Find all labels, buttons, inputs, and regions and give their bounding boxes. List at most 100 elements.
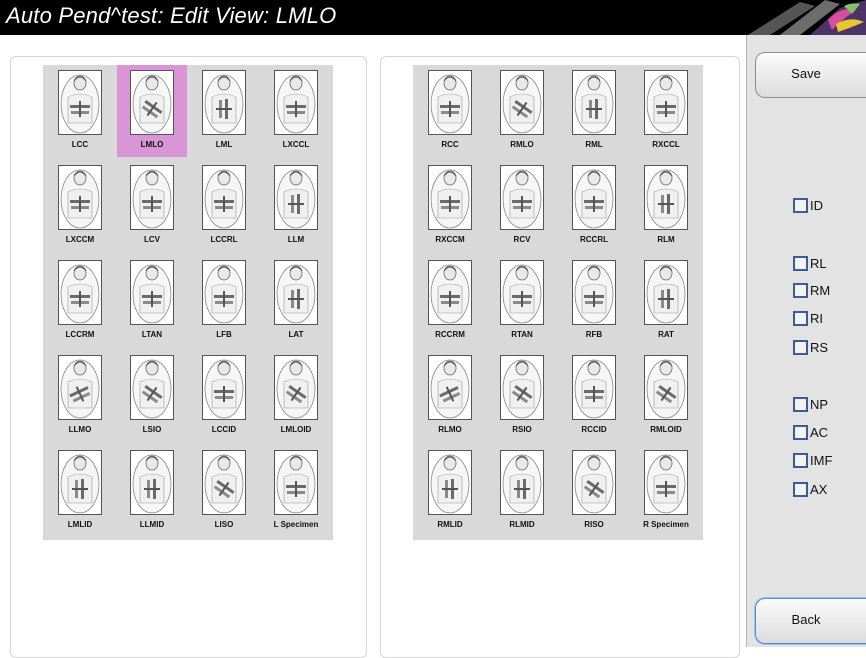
view-lxccm-tile[interactable]: LXCCM: [45, 160, 115, 252]
checkbox-label: AX: [810, 481, 828, 497]
checkbox-label: RI: [810, 310, 823, 326]
view-llm-tile[interactable]: LLM: [261, 160, 331, 252]
view-label: RCV: [513, 235, 531, 244]
view-label: RMLO: [510, 140, 534, 149]
view-lccrl-tile[interactable]: LCCRL: [189, 160, 259, 252]
view-rccid-tile[interactable]: RCCID: [559, 350, 629, 442]
checkbox-box[interactable]: [793, 396, 808, 412]
modifier-checkbox-np[interactable]: NP: [793, 395, 828, 413]
view-lccid-tile[interactable]: LCCID: [189, 350, 259, 442]
view-label: RCC: [441, 140, 459, 149]
modifier-checkbox-ac[interactable]: AC: [793, 423, 828, 441]
view-label: LLMID: [139, 520, 165, 529]
lat-view-icon: [274, 260, 318, 325]
view-rxccm-tile[interactable]: RXCCM: [415, 160, 485, 252]
save-button-label: Save: [791, 66, 821, 81]
view-rmlid-tile[interactable]: RMLID: [415, 445, 485, 537]
view-label: RMLOID: [650, 425, 682, 434]
lxccl-view-icon: [274, 70, 318, 135]
rsio-view-icon: [500, 355, 544, 420]
lccid-view-icon: [202, 355, 246, 420]
view-rlmid-tile[interactable]: RLMID: [487, 445, 557, 537]
view-lcv-tile[interactable]: LCV: [117, 160, 187, 252]
llmid-view-icon: [130, 450, 174, 515]
save-button[interactable]: Save: [755, 52, 866, 98]
view-lcc-tile[interactable]: LCC: [45, 65, 115, 157]
view-lmlo-tile[interactable]: LMLO: [117, 65, 187, 157]
modifier-checkbox-rm[interactable]: RM: [793, 281, 830, 299]
view-lmlid-tile[interactable]: LMLID: [45, 445, 115, 537]
view-label: LML: [215, 140, 233, 149]
view-lccrm-tile[interactable]: LCCRM: [45, 255, 115, 347]
checkbox-box[interactable]: [793, 481, 808, 497]
view-rtan-tile[interactable]: RTAN: [487, 255, 557, 347]
left-views-grid: LCC LMLO LML LXCCL LXCCM LCV LCCRL LLM LCCRM LTAN…: [43, 65, 333, 540]
view-rccrm-tile[interactable]: RCCRM: [415, 255, 485, 347]
view-label: LTAN: [141, 330, 163, 339]
view-l-specimen-tile[interactable]: L Specimen: [261, 445, 331, 537]
view-label: RLM: [657, 235, 675, 244]
checkbox-label: RM: [810, 282, 831, 298]
back-button-label: Back: [791, 612, 821, 627]
rlmo-view-icon: [428, 355, 472, 420]
view-rcc-tile[interactable]: RCC: [415, 65, 485, 157]
view-rcv-tile[interactable]: RCV: [487, 160, 557, 252]
rxccm-view-icon: [428, 165, 472, 230]
view-label: LXCCL: [282, 140, 310, 149]
view-label: RCCRL: [580, 235, 608, 244]
view-rlm-tile[interactable]: RLM: [631, 160, 701, 252]
rmlo-view-icon: [500, 70, 544, 135]
rccrm-view-icon: [428, 260, 472, 325]
view-liso-tile[interactable]: LISO: [189, 445, 259, 537]
checkbox-box[interactable]: [793, 339, 808, 355]
llm-view-icon: [274, 165, 318, 230]
view-lfb-tile[interactable]: LFB: [189, 255, 259, 347]
checkbox-box[interactable]: [793, 424, 808, 440]
view-label: RTAN: [511, 330, 533, 339]
modifier-checkbox-rs[interactable]: RS: [793, 338, 828, 356]
view-llmo-tile[interactable]: LLMO: [45, 350, 115, 442]
view-rmloid-tile[interactable]: RMLOID: [631, 350, 701, 442]
view-label: LCCID: [211, 425, 237, 434]
rxccl-view-icon: [644, 70, 688, 135]
view-lxccl-tile[interactable]: LXCCL: [261, 65, 331, 157]
rlm-view-icon: [644, 165, 688, 230]
checkbox-label: IMF: [810, 452, 833, 468]
riso-view-icon: [572, 450, 616, 515]
lml-view-icon: [202, 70, 246, 135]
checkbox-box[interactable]: [793, 197, 808, 213]
view-rml-tile[interactable]: RML: [559, 65, 629, 157]
view-rxccl-tile[interactable]: RXCCL: [631, 65, 701, 157]
modifier-checkbox-ax[interactable]: AX: [793, 480, 827, 498]
view-riso-tile[interactable]: RISO: [559, 445, 629, 537]
rfb-view-icon: [572, 260, 616, 325]
view-lat-tile[interactable]: LAT: [261, 255, 331, 347]
lmlid-view-icon: [58, 450, 102, 515]
view-label: RISO: [584, 520, 604, 529]
view-lmloid-tile[interactable]: LMLOID: [261, 350, 331, 442]
rmloid-view-icon: [644, 355, 688, 420]
view-rlmo-tile[interactable]: RLMO: [415, 350, 485, 442]
checkbox-box[interactable]: [793, 452, 808, 468]
modifier-checkbox-rl[interactable]: RL: [793, 254, 827, 272]
modifier-checkbox-id[interactable]: ID: [793, 196, 823, 214]
view-llmid-tile[interactable]: LLMID: [117, 445, 187, 537]
view-rat-tile[interactable]: RAT: [631, 255, 701, 347]
view-lml-tile[interactable]: LML: [189, 65, 259, 157]
lcv-view-icon: [130, 165, 174, 230]
view-rfb-tile[interactable]: RFB: [559, 255, 629, 347]
view-ltan-tile[interactable]: LTAN: [117, 255, 187, 347]
view-lsio-tile[interactable]: LSIO: [117, 350, 187, 442]
modifier-checkbox-ri[interactable]: RI: [793, 309, 823, 327]
view-label: LLMO: [68, 425, 92, 434]
checkbox-box[interactable]: [793, 310, 808, 326]
view-rccrl-tile[interactable]: RCCRL: [559, 160, 629, 252]
modifier-checkbox-imf[interactable]: IMF: [793, 451, 832, 469]
checkbox-label: ID: [810, 197, 823, 213]
checkbox-box[interactable]: [793, 255, 808, 271]
view-rmlo-tile[interactable]: RMLO: [487, 65, 557, 157]
view-rsio-tile[interactable]: RSIO: [487, 350, 557, 442]
view-r-specimen-tile[interactable]: R Specimen: [631, 445, 701, 537]
back-button[interactable]: Back: [755, 598, 866, 644]
checkbox-box[interactable]: [793, 282, 808, 298]
